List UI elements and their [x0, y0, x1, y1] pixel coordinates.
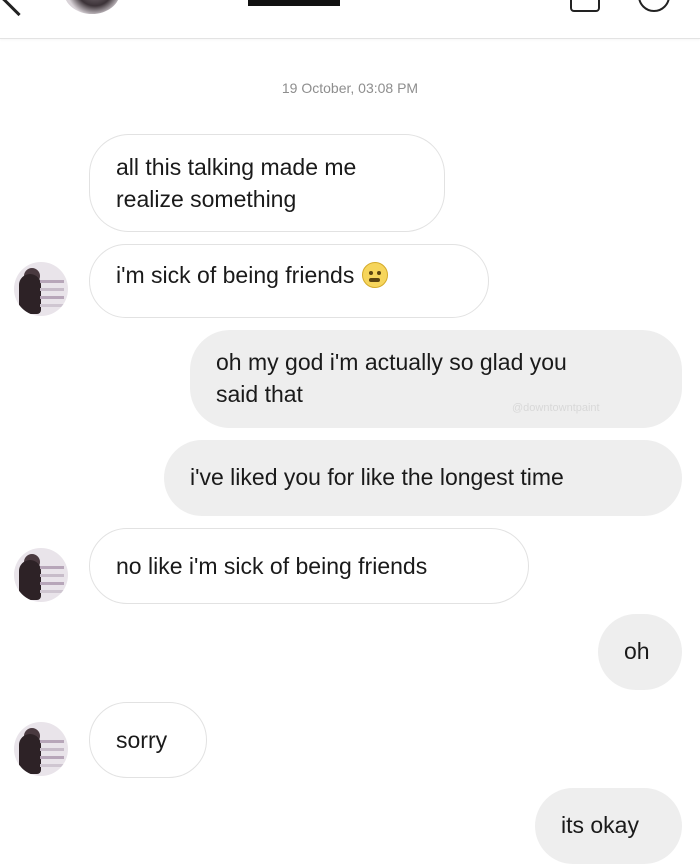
message-text: no like i'm sick of being friends: [116, 553, 428, 579]
outgoing-message[interactable]: i've liked you for like the longest time: [164, 440, 682, 516]
incoming-message[interactable]: sorry: [89, 702, 207, 778]
message-text: i've liked you for like the longest time: [190, 464, 564, 490]
message-text: i'm sick of being friends: [116, 262, 355, 288]
outgoing-message[interactable]: oh: [598, 614, 682, 690]
info-icon[interactable]: [638, 0, 670, 12]
message-text: sorry: [116, 727, 168, 753]
message-text: its okay: [561, 812, 639, 838]
incoming-message[interactable]: all this talking made me realize somethi…: [89, 134, 445, 232]
message-timestamp: 19 October, 03:08 PM: [281, 80, 419, 96]
contact-avatar[interactable]: [64, 0, 120, 14]
message-text: oh: [624, 638, 650, 664]
chat-header: [0, 0, 700, 39]
avatar[interactable]: [14, 548, 68, 602]
avatar[interactable]: [14, 262, 68, 316]
outgoing-message[interactable]: its okay: [535, 788, 682, 864]
message-text-line: all this talking made me: [116, 154, 357, 180]
message-text-line: realize something: [116, 186, 297, 212]
incoming-message[interactable]: no like i'm sick of being friends: [89, 528, 529, 604]
video-call-icon[interactable]: [570, 0, 600, 12]
watermark: @downtowntpaint: [512, 402, 600, 414]
incoming-message[interactable]: i'm sick of being friends: [89, 244, 489, 318]
message-text-line: oh my god i'm actually so glad you: [216, 349, 567, 375]
avatar[interactable]: [14, 722, 68, 776]
outgoing-message[interactable]: oh my god i'm actually so glad you said …: [190, 330, 682, 428]
grimacing-face-icon: [362, 262, 389, 288]
contact-name-redacted[interactable]: [248, 0, 340, 6]
chevron-left-icon[interactable]: [0, 0, 37, 17]
